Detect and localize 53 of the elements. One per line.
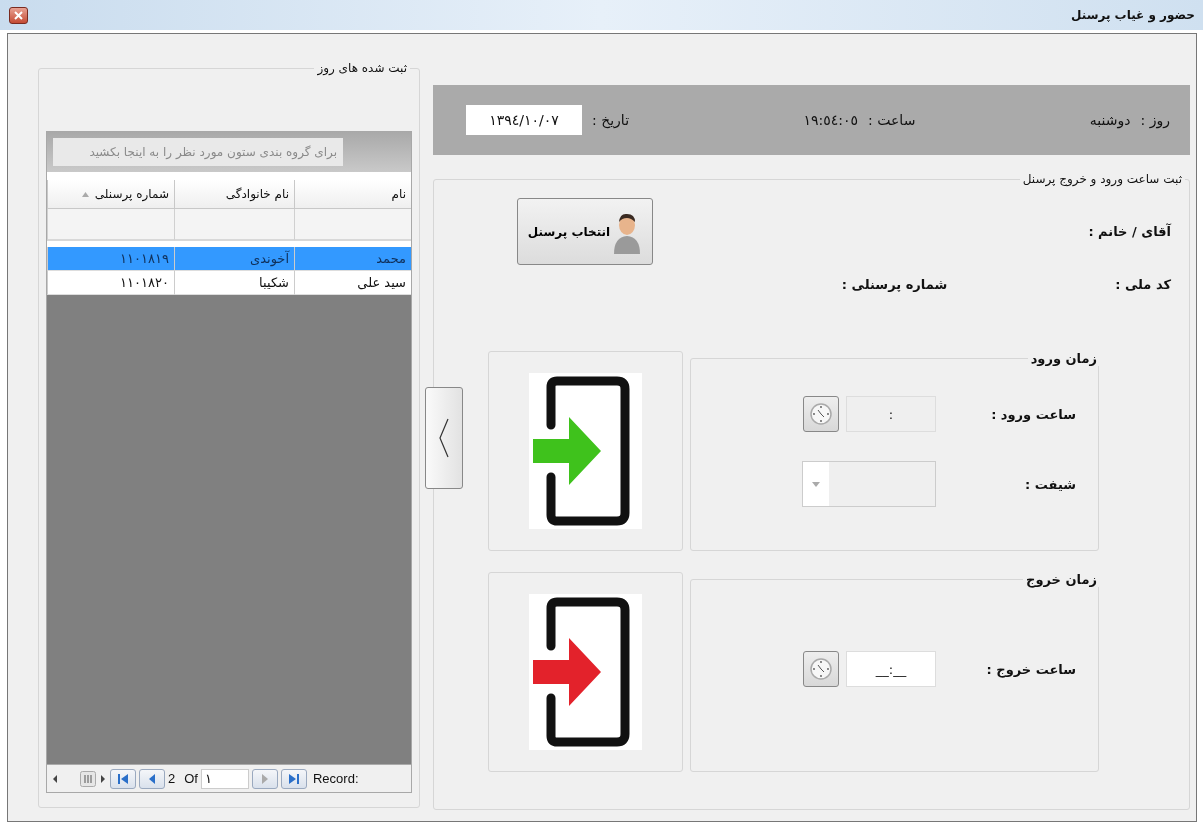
group-title: ثبت شده های روز (316, 61, 408, 75)
time-value: ١٩:٥٤:٠٥ (803, 112, 859, 128)
column-header[interactable]: شماره پرسنلی (47, 180, 174, 209)
record-field[interactable]: ١ (200, 768, 249, 789)
of-label: Of (184, 771, 198, 786)
filter-cell[interactable] (294, 209, 411, 241)
previous-record-button[interactable] (139, 768, 165, 789)
last-record-button[interactable] (280, 768, 307, 789)
table-cell: محمد (294, 247, 411, 271)
next-icon (259, 772, 270, 785)
scroll-thumb-icon[interactable] (80, 770, 96, 787)
chevron-left-icon (439, 418, 449, 458)
caret-icon (803, 462, 829, 506)
record-count: 2 (168, 771, 176, 786)
day-label: روز : (1140, 112, 1170, 128)
section-title: زمان ورود (1029, 351, 1098, 366)
column-header[interactable]: نام (294, 180, 411, 209)
time-label: ساعت : (868, 112, 916, 128)
person-label: آقای / خانم : (1088, 224, 1171, 239)
scroll-left-icon[interactable] (51, 773, 59, 784)
date-field[interactable]: ١٣٩٤/١٠/٠٧ (466, 105, 582, 135)
filter-cell[interactable] (47, 209, 174, 241)
clock-button[interactable] (803, 396, 839, 432)
table-cell: آخوندی (174, 247, 294, 271)
national-id-label: کد ملی : (1115, 276, 1171, 292)
clock-button[interactable] (803, 651, 839, 687)
collapse-button[interactable] (425, 387, 463, 489)
first-record-button[interactable] (110, 768, 136, 789)
field-label: ساعت ورود : (990, 406, 1076, 422)
record-label: Record: (312, 771, 359, 786)
field-label: شیفت : (1024, 476, 1076, 492)
close-icon (14, 10, 23, 20)
column-header[interactable]: نام خانوادگی (174, 180, 294, 209)
scroll-right-icon[interactable] (99, 773, 107, 784)
day-value: دوشنبه (1089, 112, 1131, 128)
close-button[interactable] (9, 6, 28, 24)
next-record-button[interactable] (251, 768, 278, 789)
last-icon (287, 772, 300, 785)
date-label: تاریخ : (592, 112, 630, 128)
first-icon (117, 772, 129, 785)
clock-icon (809, 402, 833, 426)
window-title: حضور و غیاب پرسنل (1071, 8, 1195, 22)
previous-icon (147, 772, 157, 785)
group-title: ثبت ساعت ورود و خروج پرسنل (1021, 172, 1183, 186)
personnel-number-label: شماره پرسنلی : (841, 276, 948, 292)
section-title: زمان خروج (1025, 572, 1098, 587)
group-by-hint: برای گروه بندی ستون مورد نظر را به اینجا بکشید (53, 138, 343, 166)
time-field[interactable]: __:__ (846, 651, 936, 687)
field-label: ساعت خروج : (985, 661, 1076, 677)
filter-cell[interactable] (174, 209, 294, 241)
clock-icon (809, 657, 833, 681)
select-personnel-button[interactable]: انتخاب پرسنل (517, 198, 653, 265)
table-cell: ١١٠١٨١٩ (47, 247, 174, 271)
